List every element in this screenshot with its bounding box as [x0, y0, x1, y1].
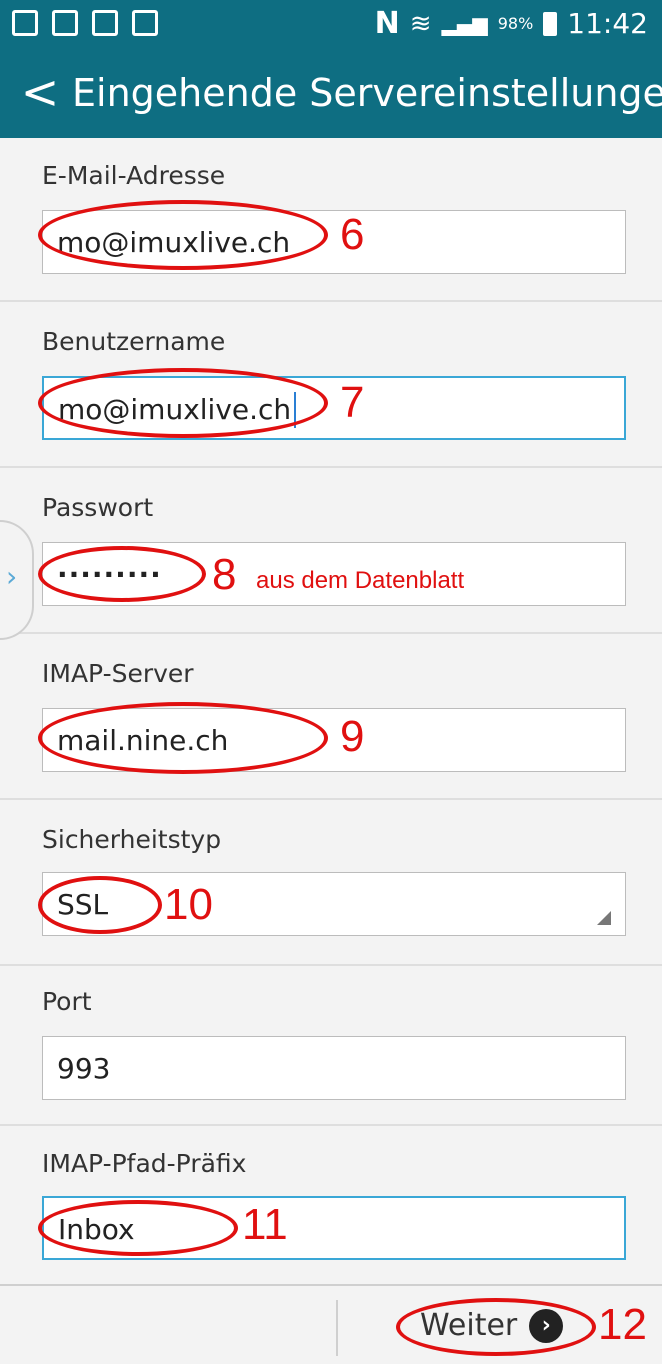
email-label: E-Mail-Adresse — [42, 161, 226, 190]
annotation-circle-7 — [38, 368, 328, 438]
page-title: Eingehende Servereinstellungen — [72, 71, 662, 115]
back-arrow-icon[interactable]: < — [14, 62, 66, 122]
port-value: 993 — [57, 1052, 111, 1085]
annotation-number-7: 7 — [340, 378, 365, 427]
battery-percent: 98% — [497, 14, 534, 33]
port-field[interactable]: 993 — [42, 1036, 626, 1100]
annotation-circle-11 — [38, 1200, 238, 1256]
screenshot-icon — [52, 10, 78, 36]
security-label: Sicherheitstyp — [42, 825, 222, 854]
app-bar: < Eingehende Servereinstellungen — [0, 48, 662, 138]
annotation-number-12: 12 — [598, 1300, 647, 1349]
divider — [336, 1300, 338, 1356]
annotation-circle-10 — [38, 876, 162, 934]
annotation-circle-6 — [38, 200, 328, 270]
side-panel-handle[interactable]: › — [0, 520, 34, 640]
annotation-circle-9 — [38, 702, 328, 774]
clock: 11:42 — [567, 7, 648, 40]
annotation-number-9: 9 — [340, 712, 365, 761]
status-icons-left — [12, 10, 158, 38]
annotation-number-11: 11 — [242, 1200, 288, 1249]
annotation-note-8: aus dem Datenblatt — [256, 567, 465, 594]
clipboard-icon — [132, 10, 158, 36]
username-label: Benutzername — [42, 327, 226, 356]
battery-icon — [543, 12, 558, 36]
port-label: Port — [42, 987, 92, 1016]
annotation-number-10: 10 — [164, 880, 213, 929]
annotation-circle-8 — [38, 546, 206, 602]
password-label: Passwort — [42, 493, 154, 522]
status-bar: N ≋ ▂▄▆ 98% 11:42 — [0, 0, 662, 48]
annotation-circle-12 — [396, 1298, 596, 1356]
status-icons-right: N ≋ ▂▄▆ 98% 11:42 — [375, 6, 648, 42]
annotation-number-8: 8 — [212, 550, 237, 599]
annotation-number-6: 6 — [340, 210, 365, 259]
wifi-icon: ≋ — [409, 9, 432, 39]
dropdown-arrow-icon — [597, 911, 611, 925]
email-icon — [92, 10, 118, 36]
signal-icon: ▂▄▆ — [441, 12, 488, 36]
port-section: Port 993 — [0, 966, 662, 1126]
gallery-icon — [12, 10, 38, 36]
prefix-label: IMAP-Pfad-Präfix — [42, 1149, 247, 1178]
server-label: IMAP-Server — [42, 659, 194, 688]
nfc-icon: N — [374, 6, 400, 41]
chevron-right-icon: › — [6, 560, 18, 593]
